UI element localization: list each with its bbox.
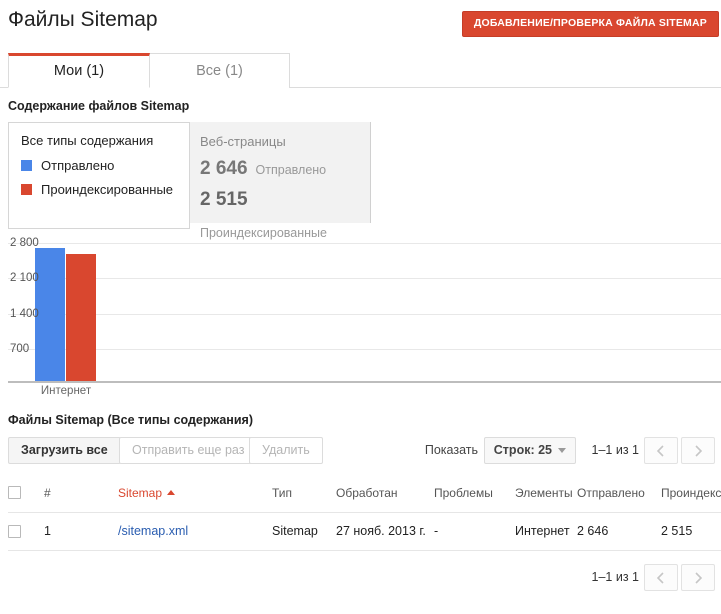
cell-num: 1 (44, 512, 118, 551)
download-all-button[interactable]: Загрузить все (8, 437, 121, 464)
bottom-pagination: 1–1 из 1 (0, 561, 721, 595)
gridline-1400 (8, 314, 721, 315)
column-header-num[interactable]: # (44, 477, 118, 513)
y-tick-1400: 1 400 (10, 308, 39, 320)
stat-row-indexed: 2 515 (200, 189, 370, 211)
legend-item-submitted[interactable]: Отправлено (21, 159, 189, 172)
stat-value-indexed: 2 515 (200, 189, 248, 210)
select-all-header (8, 477, 44, 513)
page-header: Файлы Sitemap ДОБАВЛЕНИЕ/ПРОВЕРКА ФАЙЛА … (0, 0, 721, 46)
tab-all-sitemaps[interactable]: Все (1) (150, 53, 290, 88)
stat-label-indexed: Проиндексированные (200, 226, 327, 240)
bar-indexed-internet[interactable] (66, 254, 96, 381)
column-header-sitemap[interactable]: Sitemap (118, 477, 272, 513)
stat-row-submitted: 2 646 Отправлено (200, 158, 370, 180)
select-all-checkbox[interactable] (8, 486, 21, 499)
show-rows-label: Показать (424, 443, 478, 457)
column-header-problems[interactable]: Проблемы (434, 477, 515, 513)
tab-bar: Мои (1) Все (1) (0, 52, 721, 88)
sitemap-files-title: Файлы Sitemap (Все типы содержания) (8, 413, 254, 427)
gridline-700 (8, 349, 721, 350)
table-header-row: # Sitemap Тип Обработан Проблемы Элемент… (8, 477, 721, 513)
legend-swatch-indexed (21, 184, 32, 195)
gridline-2800 (8, 243, 721, 244)
bar-submitted-internet[interactable] (35, 248, 65, 381)
next-page-button[interactable] (681, 437, 715, 464)
resubmit-button[interactable]: Отправить еще раз (119, 437, 258, 464)
sitemap-content-chart-area: Все типы содержания Отправлено Проиндекс… (0, 113, 721, 413)
legend-item-indexed[interactable]: Проиндексированные (21, 183, 189, 196)
sort-ascending-icon (167, 490, 176, 495)
y-tick-2800: 2 800 (10, 237, 39, 249)
column-header-sitemap-label: Sitemap (118, 486, 163, 500)
stat-card-heading: Веб-страницы (200, 134, 286, 149)
cell-problems: - (434, 512, 515, 551)
column-header-elements[interactable]: Элементы (515, 477, 577, 513)
stat-value-submitted: 2 646 (200, 158, 248, 179)
cell-sitemap: /sitemap.xml (118, 512, 272, 551)
column-header-submitted[interactable]: Отправлено (577, 477, 661, 513)
add-sitemap-button[interactable]: ДОБАВЛЕНИЕ/ПРОВЕРКА ФАЙЛА SITEMAP (461, 11, 719, 37)
table-toolbar: Загрузить все Отправить еще раз Удалить … (0, 437, 721, 475)
sitemaps-table: # Sitemap Тип Обработан Проблемы Элемент… (8, 477, 721, 551)
row-checkbox[interactable] (8, 524, 21, 538)
bar-chart-plot: 2 800 2 100 1 400 700 (0, 235, 721, 383)
row-select-cell (8, 512, 44, 551)
cell-type: Sitemap (272, 512, 336, 551)
gridline-2100 (8, 278, 721, 279)
prev-page-button-bottom[interactable] (644, 564, 678, 591)
chart-legend-panel: Все типы содержания Отправлено Проиндекс… (8, 122, 190, 229)
cell-indexed: 2 515 (661, 512, 721, 551)
sitemap-link[interactable]: /sitemap.xml (118, 524, 188, 538)
cell-submitted: 2 646 (577, 512, 661, 551)
delete-button[interactable]: Удалить (249, 437, 323, 464)
sitemap-content-title: Содержание файлов Sitemap (8, 99, 190, 113)
next-page-button-bottom[interactable] (681, 564, 715, 591)
rows-per-page-select[interactable]: Строк: 25 (483, 437, 576, 464)
x-axis-label-internet: Интернет (40, 385, 92, 397)
column-header-type[interactable]: Тип (272, 477, 336, 513)
table-row: 1 /sitemap.xml Sitemap 27 нояб. 2013 г. … (8, 512, 721, 551)
legend-swatch-submitted (21, 160, 32, 171)
column-header-indexed[interactable]: Проиндексированные (661, 477, 721, 513)
prev-page-button[interactable] (644, 437, 678, 464)
tab-my-sitemaps[interactable]: Мои (1) (8, 53, 150, 88)
legend-label-indexed: Проиндексированные (41, 182, 174, 197)
chevron-right-icon (695, 572, 703, 584)
chevron-down-icon (558, 448, 566, 454)
chart-axis-baseline (8, 381, 721, 383)
rows-per-page-value: Строк: 25 (493, 443, 552, 457)
chevron-right-icon (695, 445, 703, 457)
cell-elements: Интернет (515, 512, 577, 551)
stat-label-submitted: Отправлено (255, 163, 327, 177)
page-range-bottom: 1–1 из 1 (591, 570, 639, 584)
column-header-processed[interactable]: Обработан (336, 477, 434, 513)
y-tick-700: 700 (10, 343, 30, 355)
y-tick-2100: 2 100 (10, 272, 39, 284)
chart-stat-card: Веб-страницы 2 646 Отправлено 2 515 (186, 122, 371, 223)
chevron-left-icon (656, 445, 664, 457)
cell-processed: 27 нояб. 2013 г. (336, 512, 434, 551)
page-title: Файлы Sitemap (8, 8, 158, 31)
legend-title: Все типы содержания (21, 133, 154, 148)
page-range-top: 1–1 из 1 (591, 443, 639, 457)
legend-label-submitted: Отправлено (41, 158, 115, 173)
chevron-left-icon (656, 572, 664, 584)
